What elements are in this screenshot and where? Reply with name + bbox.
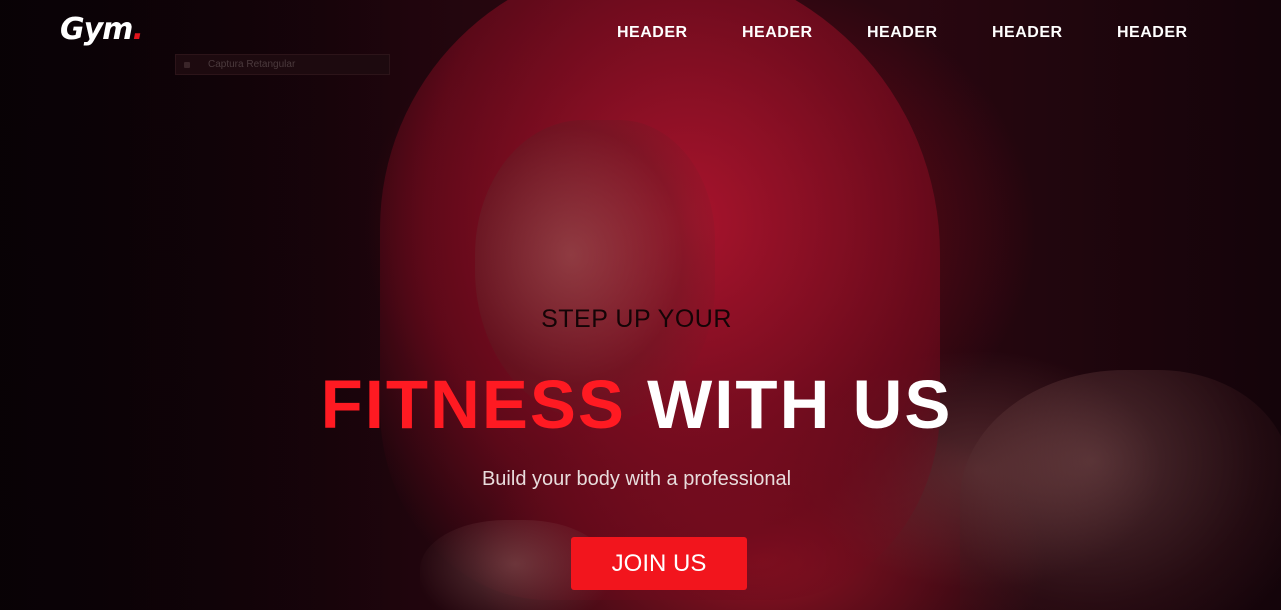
nav-item-4[interactable]: HEADER [992, 24, 1063, 42]
hero-subtitle: Build your body with a professional [481, 468, 792, 490]
join-us-button[interactable]: JOIN US [571, 537, 747, 590]
capture-label: Captura Retangular [208, 59, 296, 70]
nav-item-5[interactable]: HEADER [1117, 24, 1188, 42]
main-nav: HEADER HEADER HEADER HEADER HEADER [0, 24, 1281, 48]
capture-tooltip: Captura Retangular [175, 54, 390, 75]
hero-pre-title: STEP UP YOUR [541, 305, 732, 333]
nav-item-2[interactable]: HEADER [742, 24, 813, 42]
nav-item-3[interactable]: HEADER [867, 24, 938, 42]
hero-title: FITNESS WITH US [0, 365, 1273, 445]
hero-title-accent: FITNESS [320, 366, 626, 443]
nav-item-1[interactable]: HEADER [617, 24, 688, 42]
hero-title-rest: WITH US [647, 366, 953, 443]
capture-icon [184, 61, 190, 68]
